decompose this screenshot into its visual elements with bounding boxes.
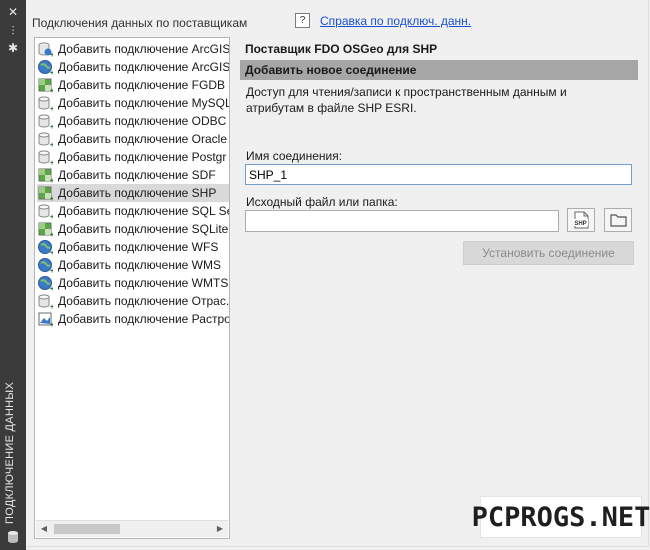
provider-list-item-label: Добавить подключение WFS [58, 240, 219, 254]
svg-text:+: + [50, 304, 53, 309]
help-link[interactable]: Справка по подключ. данн. [320, 14, 471, 28]
scroll-left-icon[interactable]: ◀ [36, 521, 52, 537]
source-file-label: Исходный файл или папка: [246, 195, 398, 209]
provider-list-item[interactable]: + Добавить подключение ODBC [37, 112, 229, 130]
globe-icon: + [38, 258, 53, 273]
provider-list-item-label: Добавить подключение SDF [58, 168, 216, 182]
provider-list-item-label: Добавить подключение SQLite [58, 222, 229, 236]
provider-list-item-label: Добавить подключение Растро [58, 312, 229, 326]
source-file-input[interactable] [245, 210, 559, 232]
provider-list-item[interactable]: + Добавить подключение WMTS [37, 274, 229, 292]
svg-text:+: + [50, 178, 53, 183]
provider-list-item[interactable]: + Добавить подключение ArcGIS [37, 40, 229, 58]
svg-text:SHP: SHP [574, 221, 586, 227]
provider-list-item[interactable]: + Добавить подключение ArcGIS [37, 58, 229, 76]
globe-icon: + [38, 240, 53, 255]
svg-text:+: + [50, 250, 53, 255]
provider-list-item-label: Добавить подключение MySQL [58, 96, 229, 110]
settings-icon[interactable]: ✱ [6, 41, 20, 55]
palette-side-strip: ✕ ⫶ ✱ ПОДКЛЮЧЕНИЕ ДАННЫХ [0, 0, 26, 550]
watermark-text: PCPROGS.NET [471, 501, 650, 533]
connection-name-label: Имя соединения: [246, 149, 343, 163]
db-icon: + [38, 132, 53, 147]
connect-button[interactable]: Установить соединение [463, 241, 634, 265]
database-icon [8, 531, 18, 543]
svg-text:+: + [50, 268, 53, 273]
svg-text:+: + [50, 286, 53, 291]
provider-list-item-label: Добавить подключение Oracle [58, 132, 228, 146]
provider-list-item-label: Добавить подключение ArcGIS [58, 60, 229, 74]
browse-shp-button[interactable]: SHP [567, 208, 595, 232]
svg-text:+: + [50, 52, 53, 57]
provider-list-item-label: Добавить подключение ArcGIS [58, 42, 229, 56]
map-raster-icon: + [38, 186, 53, 201]
close-icon[interactable]: ✕ [6, 5, 20, 19]
scrollbar-thumb[interactable] [54, 524, 120, 534]
provider-list-item[interactable]: + Добавить подключение SQL Se [37, 202, 229, 220]
panel-header: Подключения данных по поставщикам [32, 16, 248, 30]
provider-list-item[interactable]: + Добавить подключение Растро [37, 310, 229, 328]
provider-list-item-label: Добавить подключение Отрас. [58, 294, 229, 308]
svg-text:+: + [50, 232, 53, 237]
map-raster-icon: + [38, 78, 53, 93]
provider-list-item[interactable]: + Добавить подключение SQLite [37, 220, 229, 238]
svg-text:+: + [50, 88, 53, 93]
provider-list-item-label: Добавить подключение Postgr [58, 150, 227, 164]
svg-text:+: + [50, 106, 53, 111]
globe-icon: + [38, 276, 53, 291]
provider-description: Доступ для чтения/записи к пространствен… [246, 85, 567, 115]
provider-list-item[interactable]: + Добавить подключение WFS [37, 238, 229, 256]
map-raster-icon: + [38, 168, 53, 183]
data-connect-panel: Подключения данных по поставщикам ? Спра… [26, 0, 650, 547]
pin-icon[interactable]: ⫶ [6, 24, 20, 38]
db-globe-icon: + [38, 42, 53, 57]
svg-text:+: + [50, 124, 53, 129]
provider-list[interactable]: ◀ ▶ + Добавить подключение ArcGIS + Добавит… [34, 37, 230, 539]
scroll-right-icon[interactable]: ▶ [212, 521, 228, 537]
provider-list-item[interactable]: + Добавить подключение MySQL [37, 94, 229, 112]
provider-list-item[interactable]: + Добавить подключение SDF [37, 166, 229, 184]
svg-text:+: + [50, 142, 53, 147]
provider-title: Поставщик FDO OSGeo для SHP [245, 42, 438, 56]
connection-name-input[interactable] [245, 164, 632, 185]
svg-text:+: + [50, 214, 53, 219]
provider-list-item[interactable]: + Добавить подключение WMS [37, 256, 229, 274]
palette-title: ПОДКЛЮЧЕНИЕ ДАННЫХ [4, 381, 16, 524]
provider-list-item-label: Добавить подключение FGDB [58, 78, 225, 92]
help-area: ? Справка по подключ. данн. [295, 13, 471, 28]
provider-list-item-label: Добавить подключение WMS [58, 258, 221, 272]
horizontal-scrollbar[interactable]: ◀ ▶ [36, 520, 228, 537]
provider-list-item[interactable]: + Добавить подключение Oracle [37, 130, 229, 148]
browse-folder-button[interactable] [604, 208, 632, 232]
db-icon: + [38, 150, 53, 165]
globe-icon: + [38, 60, 53, 75]
svg-text:+: + [50, 322, 53, 327]
section-title: Добавить новое соединение [245, 63, 417, 77]
provider-list-item[interactable]: + Добавить подключение Postgr [37, 148, 229, 166]
provider-list-item[interactable]: + Добавить подключение SHP [37, 184, 229, 202]
svg-text:+: + [50, 70, 53, 75]
svg-text:+: + [50, 160, 53, 165]
section-header: Добавить новое соединение [240, 60, 638, 80]
provider-list-item[interactable]: + Добавить подключение Отрас. [37, 292, 229, 310]
map-raster-icon: + [38, 222, 53, 237]
provider-list-item-label: Добавить подключение SHP [58, 186, 217, 200]
db-icon: + [38, 96, 53, 111]
folder-icon [610, 214, 627, 227]
provider-list-item-label: Добавить подключение SQL Se [58, 204, 229, 218]
raster-icon: + [38, 312, 53, 327]
svg-text:+: + [50, 196, 53, 201]
db-icon: + [38, 204, 53, 219]
provider-list-item-label: Добавить подключение ODBC [58, 114, 227, 128]
provider-list-item-label: Добавить подключение WMTS [58, 276, 229, 290]
provider-list-item[interactable]: + Добавить подключение FGDB [37, 76, 229, 94]
watermark: PCPROGS.NET [472, 496, 650, 538]
db-icon: + [38, 114, 53, 129]
help-icon[interactable]: ? [295, 13, 310, 28]
db-icon: + [38, 294, 53, 309]
shp-file-icon: SHP [573, 211, 589, 229]
